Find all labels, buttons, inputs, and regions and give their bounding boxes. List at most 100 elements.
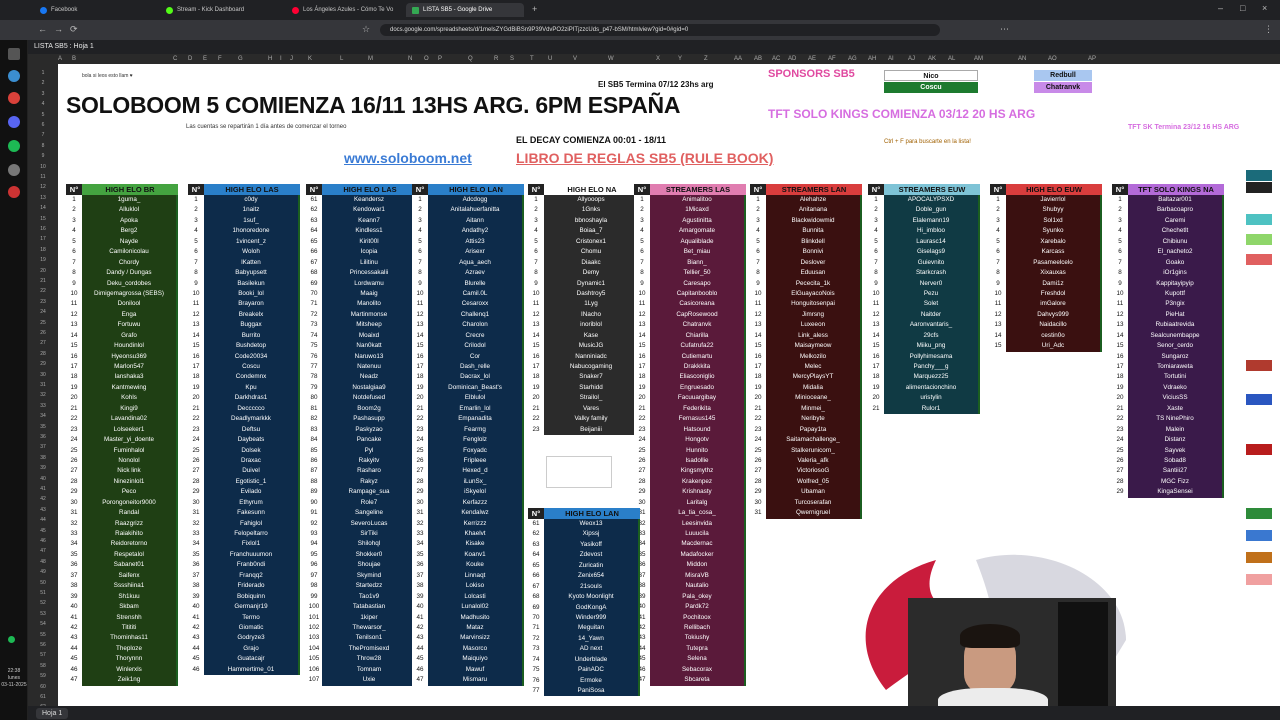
list-row[interactable]: 12 PieHat bbox=[1112, 309, 1224, 321]
list-row[interactable]: 2 Doble_gun bbox=[868, 205, 980, 216]
list-row[interactable]: 15 Maisaymeow bbox=[750, 341, 862, 352]
list-row[interactable]: 10 Pezu bbox=[868, 288, 980, 300]
list-row[interactable]: 32 Fahiglol bbox=[188, 518, 300, 529]
list-row[interactable]: 90 Role7 bbox=[306, 497, 418, 509]
list-row[interactable]: 20 Elblulol bbox=[412, 393, 524, 404]
row-header[interactable]: 46 bbox=[28, 538, 58, 544]
list-row[interactable]: 11 Solet bbox=[868, 299, 980, 310]
list-row[interactable]: 13 Naidacillo bbox=[990, 320, 1102, 331]
list-row[interactable]: 18 Ianshaka3 bbox=[66, 372, 178, 383]
list-row[interactable]: 30 Kerfazzz bbox=[412, 497, 524, 509]
list-row[interactable]: 4 Syunko bbox=[990, 226, 1102, 237]
list-row[interactable]: 4 Amargomate bbox=[634, 226, 746, 237]
list-row[interactable]: 37 Franqq2 bbox=[188, 570, 300, 582]
list-row[interactable]: 27 VictoriosoG bbox=[750, 466, 862, 477]
list-row[interactable]: 21 Kingi9 bbox=[66, 403, 178, 415]
row-header[interactable]: 28 bbox=[28, 351, 58, 357]
list-row[interactable]: 12 CapRosewood bbox=[634, 309, 746, 321]
list-row[interactable]: 38 Nautalio bbox=[634, 581, 746, 592]
list-row[interactable]: 27 Kingsmythz bbox=[634, 466, 746, 477]
tab-facebook[interactable]: Facebook bbox=[34, 3, 158, 17]
list-row[interactable]: 22 Neribyte bbox=[750, 414, 862, 425]
column-header[interactable]: AJ bbox=[908, 56, 915, 62]
list-row[interactable]: 9 Deku_cordobes bbox=[66, 278, 178, 289]
column-header[interactable]: AI bbox=[888, 56, 894, 62]
list-row[interactable]: 12 Breakelx bbox=[188, 309, 300, 321]
list-row[interactable]: 24 Hongotv bbox=[634, 435, 746, 446]
list-row[interactable]: 28 Wolfred_05 bbox=[750, 476, 862, 488]
list-row[interactable]: 42 Giomatic bbox=[188, 622, 300, 634]
list-row[interactable]: 46 Sebacorax bbox=[634, 664, 746, 676]
list-row[interactable]: 104 ThePromisexd bbox=[306, 643, 418, 655]
list-row[interactable]: 46 Hammertime_01 bbox=[188, 664, 300, 676]
list-row[interactable]: 20 Strailol_ bbox=[528, 393, 640, 404]
list-row[interactable]: 83 Paskyzao bbox=[306, 424, 418, 436]
column-header[interactable]: C bbox=[173, 56, 177, 62]
list-row[interactable]: 61 Keandersz bbox=[306, 195, 418, 206]
list-row[interactable]: 25 Hunnito bbox=[634, 445, 746, 456]
list-row[interactable]: 61 Weox13 bbox=[528, 519, 640, 530]
list-row[interactable]: 2 Anitalahuerfanitta bbox=[412, 205, 524, 216]
row-header[interactable]: 23 bbox=[28, 299, 58, 305]
list-row[interactable]: 13 Fortuwu bbox=[66, 320, 178, 331]
column-header[interactable]: AA bbox=[734, 56, 742, 62]
column-header[interactable]: AB bbox=[754, 56, 762, 62]
list-row[interactable]: 36 Kouke bbox=[412, 560, 524, 571]
list-row[interactable]: 72 Martinmonse bbox=[306, 309, 418, 321]
list-row[interactable]: 19 Starhidd bbox=[528, 382, 640, 394]
list-row[interactable]: 15 Houndinlol bbox=[66, 341, 178, 352]
list-row[interactable]: 1 Adcdogg bbox=[412, 195, 524, 206]
row-header[interactable]: 39 bbox=[28, 465, 58, 471]
column-header[interactable]: AD bbox=[788, 56, 796, 62]
list-row[interactable]: 75 PainADC bbox=[528, 665, 640, 676]
list-row[interactable]: 11 1Lyg bbox=[528, 299, 640, 310]
list-row[interactable]: 75 Nan0katt bbox=[306, 341, 418, 352]
list-row[interactable]: 32 Raazgrizz bbox=[66, 518, 178, 529]
bookmark-icon[interactable]: ☆ bbox=[362, 25, 370, 34]
list-row[interactable]: 4 Boiaa_7 bbox=[528, 226, 640, 237]
list-row[interactable]: 67 21souls bbox=[528, 581, 640, 593]
tray-clock[interactable]: 22:38 lunes 03-11-2025 bbox=[0, 668, 28, 689]
list-row[interactable]: 28 iLunSx_ bbox=[412, 476, 524, 488]
row-header[interactable]: 55 bbox=[28, 632, 58, 638]
list-row[interactable]: 6 Bet_miau bbox=[634, 247, 746, 258]
list-row[interactable]: 74 Moaixd bbox=[306, 330, 418, 342]
row-header[interactable]: 56 bbox=[28, 642, 58, 648]
app-icon[interactable] bbox=[8, 164, 20, 176]
column-header[interactable]: M bbox=[368, 56, 373, 62]
list-row[interactable]: 3 Blackwidowmid bbox=[750, 215, 862, 227]
list-row[interactable]: 7 Aqua_aech bbox=[412, 257, 524, 269]
column-header[interactable]: V bbox=[573, 56, 577, 62]
list-row[interactable]: 9 Dynamic1 bbox=[528, 278, 640, 289]
list-row[interactable]: 11 imGalore bbox=[990, 299, 1102, 310]
list-row[interactable]: 13 Charolon bbox=[412, 320, 524, 331]
list-row[interactable]: 67 Lilitinu bbox=[306, 257, 418, 269]
row-header[interactable]: 9 bbox=[28, 153, 58, 159]
row-header[interactable]: 20 bbox=[28, 268, 58, 274]
column-header[interactable]: AP bbox=[1088, 56, 1096, 62]
row-header[interactable]: 52 bbox=[28, 600, 58, 606]
list-row[interactable]: 7 Guievnito bbox=[868, 257, 980, 269]
reload-icon[interactable]: ⟳ bbox=[70, 25, 78, 34]
list-row[interactable]: 4 Hi_imbloo bbox=[868, 226, 980, 237]
list-row[interactable]: 3 bbnoshayla bbox=[528, 215, 640, 227]
list-row[interactable]: 7 Goako bbox=[1112, 257, 1224, 269]
column-header[interactable]: X bbox=[656, 56, 660, 62]
row-header[interactable]: 51 bbox=[28, 590, 58, 596]
list-row[interactable]: 20 Facuuargibay bbox=[634, 393, 746, 404]
row-header[interactable]: 19 bbox=[28, 257, 58, 263]
list-row[interactable]: 10 Booki_lol bbox=[188, 288, 300, 300]
column-header[interactable]: G bbox=[238, 56, 243, 62]
row-header[interactable]: 5 bbox=[28, 112, 58, 118]
list-row[interactable]: 13 Aaronvantaris_ bbox=[868, 320, 980, 331]
list-row[interactable]: 24 Fenglolz bbox=[412, 435, 524, 446]
list-row[interactable]: 39 Pala_okey bbox=[634, 591, 746, 603]
list-row[interactable]: 68 Princessakalii bbox=[306, 268, 418, 279]
list-row[interactable]: 9 Kappitayipyip bbox=[1112, 278, 1224, 289]
row-header[interactable]: 54 bbox=[28, 621, 58, 627]
column-header[interactable]: F bbox=[218, 56, 222, 62]
list-row[interactable]: 41 Termo bbox=[188, 612, 300, 623]
list-row[interactable]: 35 Koanv1 bbox=[412, 549, 524, 561]
list-row[interactable]: 19 alimentacionchino bbox=[868, 382, 980, 394]
row-header[interactable]: 11 bbox=[28, 174, 58, 180]
